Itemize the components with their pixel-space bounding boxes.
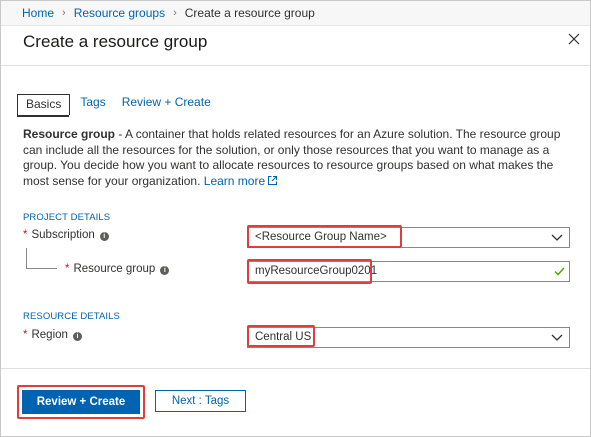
chevron-right-icon: › bbox=[173, 7, 177, 19]
region-value: Central US bbox=[255, 331, 312, 343]
region-label: * Region i bbox=[23, 329, 82, 341]
create-resource-group-blade: Home › Resource groups › Create a resour… bbox=[0, 0, 591, 437]
description-term: Resource group bbox=[23, 127, 116, 141]
subscription-select[interactable]: <Resource Group Name> bbox=[247, 227, 570, 248]
tree-connector-horizontal bbox=[26, 268, 57, 269]
chevron-down-icon bbox=[551, 334, 563, 341]
breadcrumb-home[interactable]: Home bbox=[22, 6, 54, 20]
subscription-label-text: Subscription bbox=[31, 229, 95, 241]
breadcrumb-current: Create a resource group bbox=[184, 6, 315, 20]
project-details-heading: PROJECT DETAILS bbox=[23, 212, 111, 223]
subscription-label: * Subscription i bbox=[23, 229, 109, 241]
page-title: Create a resource group bbox=[23, 32, 208, 51]
tab-review-create[interactable]: Review + Create bbox=[122, 94, 211, 116]
info-icon[interactable]: i bbox=[99, 232, 109, 241]
required-asterisk: * bbox=[23, 229, 28, 241]
checkmark-icon bbox=[554, 267, 565, 276]
tab-strip: Basics Tags Review + Create bbox=[17, 94, 227, 116]
tab-tags[interactable]: Tags bbox=[80, 94, 105, 116]
learn-more-link[interactable]: Learn more bbox=[204, 174, 265, 188]
tab-basics[interactable]: Basics bbox=[17, 94, 71, 115]
resource-group-description: Resource group - A container that holds … bbox=[23, 127, 575, 189]
next-tags-button[interactable]: Next : Tags bbox=[155, 390, 246, 412]
required-asterisk: * bbox=[23, 329, 28, 341]
header-divider bbox=[1, 65, 590, 66]
tree-connector-vertical bbox=[26, 248, 27, 269]
close-icon[interactable] bbox=[566, 31, 582, 47]
resource-details-heading: RESOURCE DETAILS bbox=[23, 311, 120, 322]
resource-group-value: myResourceGroup0201 bbox=[255, 265, 378, 277]
region-label-text: Region bbox=[31, 329, 68, 341]
footer-divider bbox=[1, 368, 590, 369]
required-asterisk: * bbox=[65, 263, 70, 275]
info-icon[interactable]: i bbox=[72, 332, 82, 341]
resource-group-label-text: Resource group bbox=[73, 263, 156, 275]
breadcrumb: Home › Resource groups › Create a resour… bbox=[1, 1, 590, 26]
info-icon[interactable]: i bbox=[160, 266, 170, 275]
chevron-down-icon bbox=[551, 234, 563, 241]
resource-group-label: * Resource group i bbox=[65, 263, 170, 275]
subscription-value: <Resource Group Name> bbox=[255, 231, 387, 243]
resource-group-input[interactable]: myResourceGroup0201 bbox=[247, 261, 570, 282]
region-select[interactable]: Central US bbox=[247, 327, 570, 348]
external-link-icon bbox=[268, 175, 278, 185]
active-tab-indicator bbox=[17, 115, 69, 117]
breadcrumb-resource-groups[interactable]: Resource groups bbox=[74, 6, 165, 20]
blade-header: Create a resource group bbox=[1, 27, 590, 63]
review-create-button[interactable]: Review + Create bbox=[22, 390, 140, 414]
chevron-right-icon: › bbox=[62, 7, 66, 19]
